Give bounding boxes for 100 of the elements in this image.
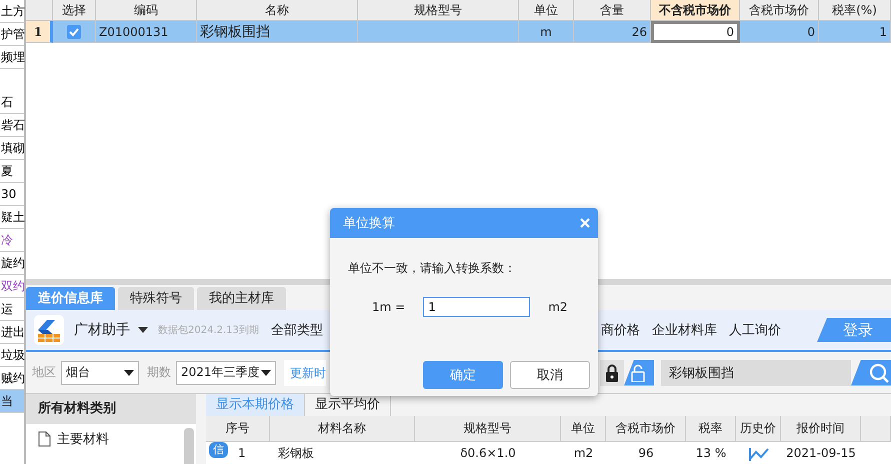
table-cell: 0 [740,21,819,43]
row-text: 夏 [1,164,13,178]
column-header[interactable]: 名称 [197,0,358,21]
row-label[interactable]: 石 [0,91,24,114]
scrollbar[interactable] [184,428,194,464]
package-note: 数据包2024.2.13到期 [158,324,259,337]
tab[interactable]: 特殊符号 [118,287,194,310]
row-label[interactable]: 土方 [0,0,24,23]
table-cell-text: 13 % [694,445,728,461]
row-label[interactable]: 双约 [0,275,24,298]
table-cell-text: 彩钢板 [277,445,315,461]
column-header[interactable]: 含量 [574,0,651,21]
row-label[interactable]: 30 [0,183,24,206]
price-input[interactable]: 0 [651,21,740,43]
search-field[interactable]: 彩钢板围挡 [661,360,851,386]
close-icon[interactable] [580,218,590,228]
table-cell-text: 1 [238,445,246,461]
column-header[interactable]: 材料名称 [270,416,415,442]
dropdown-value: 烟台 [66,364,90,381]
cancel-button[interactable]: 取消 [510,361,590,389]
table-cell-text: δ0.6×1.0 [459,445,517,461]
region-dropdown[interactable]: 烟台 [61,360,139,384]
row-text: 石 [1,95,13,109]
nav-link[interactable]: 企业材料库 [652,321,717,339]
brand-name[interactable]: 广材助手 [74,321,130,339]
dropdown-value: 2021年三季度 [181,364,260,381]
period-dropdown[interactable]: 2021年三季度 [176,360,276,384]
nav-link[interactable]: 全部类型 [270,321,323,339]
factor-input[interactable]: 1 [423,297,530,317]
caret-icon [124,370,134,376]
lock-icon [605,364,619,382]
table-cell: Z01000131 [96,21,197,43]
caret-icon [261,370,271,376]
header-cell [26,0,53,21]
row-label[interactable]: 护管 [0,23,24,46]
nav-link[interactable]: 人工询价 [729,321,781,339]
logo-icon [34,315,64,345]
source-badge: 信 [209,442,228,458]
column-header[interactable]: 单位 [519,0,574,21]
checkbox[interactable] [67,24,81,38]
table-cell-text: m2 [572,445,594,461]
row-text: 频埋 [1,50,25,64]
category-label: 主要材料 [57,431,109,448]
row-label[interactable]: 填砌 [0,137,24,160]
row-text: 填砌 [1,141,25,155]
unlock-icon [631,364,645,382]
row-label[interactable]: 夏 [0,160,24,183]
row-text: 双约 [1,279,25,293]
row-label[interactable]: 运 [0,298,24,321]
table-cell: 26 [574,21,651,43]
table-cell: m [519,21,574,43]
table-cell-text: 96 [637,445,655,461]
row-text: 进出 [1,325,25,339]
column-header[interactable]: 规格型号 [358,0,519,21]
column-header[interactable]: 报价时间 [781,416,861,442]
column-header[interactable]: 税率 [686,416,736,442]
column-header[interactable]: 序号 [206,416,270,442]
row-label[interactable]: 进出 [0,321,24,344]
row-text: 冷 [1,233,13,247]
row-text: 垃圾 [1,348,25,362]
period-label: 期数 [147,364,171,381]
lock-button[interactable] [600,360,624,386]
column-header[interactable]: 规格型号 [415,416,561,442]
row-text: 旋约 [1,256,25,270]
trend-chart-icon[interactable] [748,447,768,461]
row-label[interactable]: 当 [0,390,24,413]
dialog-message: 单位不一致，请输入转换系数： [348,260,517,277]
table-cell: 彩钢板围挡 [197,21,358,43]
region-label: 地区 [32,364,56,381]
search-button[interactable] [851,360,891,386]
column-header[interactable]: 不含税市场价 [651,0,740,21]
unit-label: 1m = [372,300,406,314]
column-header[interactable]: 历史价 [736,416,781,442]
row-text: 运 [1,302,13,316]
row-text: 疑土 [1,210,25,224]
column-header[interactable]: 税率(%) [819,0,891,21]
row-text: 土方 [1,4,25,18]
row-label[interactable]: 砦石 [0,114,24,137]
row-text: 护管 [1,27,25,41]
row-label[interactable]: 频埋 [0,46,24,69]
row-label[interactable]: 垃圾 [0,344,24,367]
category-item[interactable]: 主要材料 [26,424,182,454]
table-cell-text: 2021-09-15 [785,445,857,461]
row-label[interactable]: 疑土 [0,206,24,229]
row-label[interactable]: 旋约 [0,252,24,275]
column-header[interactable]: 选择 [53,0,96,21]
unit-label: m2 [548,300,568,314]
caret-icon[interactable] [138,327,148,333]
tab[interactable]: 我的主材库 [197,287,286,310]
row-number: 1 [26,21,53,43]
nav-link[interactable]: 商价格 [601,321,640,339]
column-header[interactable]: 单位 [561,416,606,442]
dialog-title: 单位换算 [343,215,395,232]
row-label[interactable]: 冷 [0,229,24,252]
row-text: 砦石 [1,118,25,132]
table-cell: 1 [819,21,891,43]
column-header[interactable]: 含税市场价 [606,416,686,442]
category-header: 所有材料类别 [26,394,196,424]
column-header[interactable]: 含税市场价 [740,0,819,21]
column-header[interactable]: 编码 [96,0,197,21]
